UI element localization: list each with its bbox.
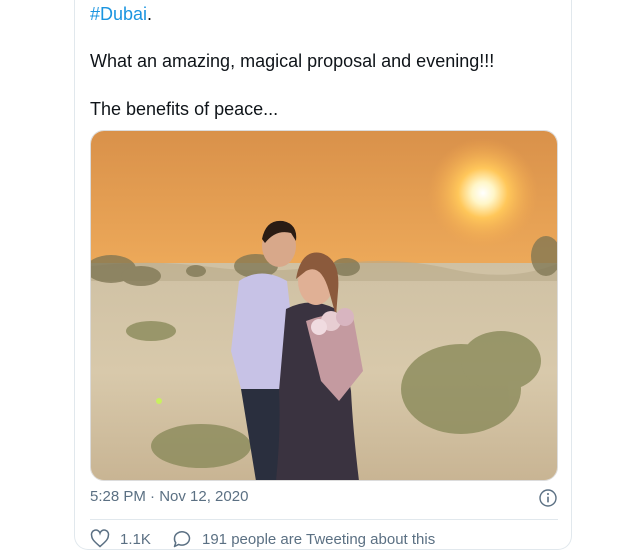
heart-icon [90,529,110,548]
like-count: 1.1K [120,530,151,548]
tweet-text-peace: The benefits of peace... [90,99,279,119]
tweet-text-hashtag-line: #Dubai. [90,2,152,26]
hashtag-link[interactable]: #Dubai [90,4,147,24]
speech-bubble-icon [173,531,191,548]
tweet-timestamp[interactable]: 5:28 PM · Nov 12, 2020 [90,488,248,505]
action-divider [90,519,558,520]
desert-sunset-photo [91,131,557,480]
info-circle-icon[interactable] [539,489,557,507]
conversation-text: 191 people are Tweeting about this [202,530,436,548]
hashtag-suffix: . [147,4,153,24]
like-button[interactable]: 1.1K [90,529,151,549]
tweet-photo[interactable] [90,130,558,481]
conversation-link[interactable]: 191 people are Tweeting about this [172,529,435,549]
tweet-text-proposal: What an amazing, magical proposal and ev… [90,51,495,71]
